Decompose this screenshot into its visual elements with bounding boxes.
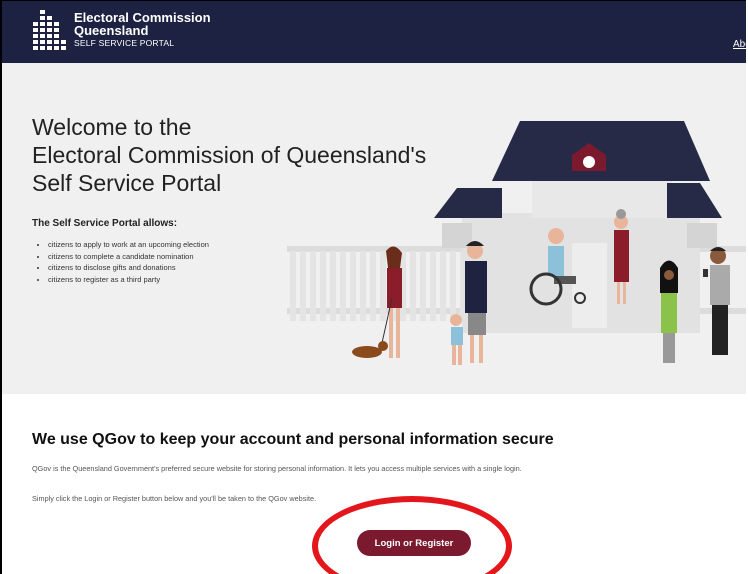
allows-heading: The Self Service Portal allows: bbox=[32, 218, 178, 229]
page-frame: Electoral Commission Queensland SELF SER… bbox=[0, 0, 746, 574]
list-item: citizens to disclose gifts and donations bbox=[48, 262, 209, 274]
login-register-button[interactable]: Login or Register bbox=[357, 530, 471, 556]
features-list: citizens to apply to work at an upcoming… bbox=[32, 239, 209, 285]
brand-name[interactable]: Electoral Commission Queensland SELF SER… bbox=[74, 11, 211, 49]
qgov-description: QGov is the Queensland Government's pref… bbox=[32, 464, 522, 473]
section-heading: We use QGov to keep your account and per… bbox=[32, 431, 554, 448]
list-item: citizens to register as a third party bbox=[48, 274, 209, 286]
ecq-logo-icon[interactable] bbox=[32, 10, 66, 52]
brand-line-3: SELF SERVICE PORTAL bbox=[74, 38, 175, 48]
about-link[interactable]: Abo bbox=[733, 39, 746, 50]
qgov-instructions: Simply click the Login or Register butto… bbox=[32, 494, 317, 503]
list-item: citizens to complete a candidate nominat… bbox=[48, 251, 209, 263]
hero-banner: Welcome to the Electoral Commission of Q… bbox=[2, 63, 746, 394]
brand-line-2: Queensland bbox=[74, 23, 149, 38]
list-item: citizens to apply to work at an upcoming… bbox=[48, 239, 209, 251]
title-line-3: Self Service Portal bbox=[32, 170, 222, 196]
hero-illustration bbox=[287, 121, 746, 365]
site-header: Electoral Commission Queensland SELF SER… bbox=[2, 1, 746, 63]
title-line-1: Welcome to the bbox=[32, 114, 192, 140]
